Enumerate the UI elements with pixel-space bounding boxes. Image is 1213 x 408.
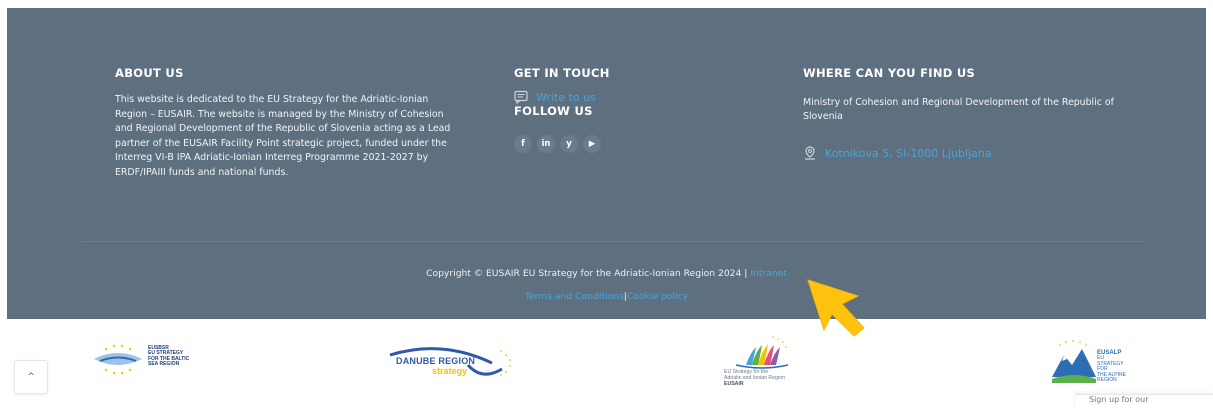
- follow-heading: FOLLOW US: [514, 104, 593, 118]
- location-heading: WHERE CAN YOU FIND US: [803, 66, 976, 80]
- facebook-icon[interactable]: f: [514, 135, 532, 153]
- eusalp-emblem: [1052, 340, 1096, 383]
- twitter-icon[interactable]: y: [560, 135, 578, 153]
- write-to-us-link[interactable]: Write to us: [514, 90, 714, 104]
- eusair-logo[interactable]: EU Strategy for the Adriatic and Ionian …: [724, 335, 824, 395]
- eusbsr-text: EUSBSR EU STRATEGY FOR THE BALTIC SEA RE…: [148, 345, 189, 368]
- danube-logo[interactable]: DANUBE REGION strategy: [382, 341, 517, 383]
- cookie-policy-link[interactable]: Cookie policy: [627, 291, 688, 302]
- write-to-us-label: Write to us: [536, 90, 596, 104]
- terms-link[interactable]: Terms and Conditions: [525, 291, 624, 302]
- youtube-icon[interactable]: ▶: [583, 135, 601, 153]
- danube-subtitle: strategy: [432, 366, 468, 376]
- eusalp-text: EUSALP EU STRATEGY FOR THE ALPINE REGION: [1097, 350, 1130, 384]
- copyright-line: Copyright © EUSAIR EU Strategy for the A…: [7, 268, 1206, 279]
- newsletter-widget-label: Sign up for our: [1089, 395, 1149, 404]
- eusalp-line2: THE ALPINE REGION: [1097, 371, 1126, 384]
- eusair-line3: EUSAIR: [724, 380, 744, 387]
- eusair-emblem: [735, 336, 789, 369]
- about-section: ABOUT US This website is dedicated to th…: [115, 66, 455, 181]
- footer-divider: [81, 241, 1147, 242]
- linkedin-icon[interactable]: in: [537, 135, 555, 153]
- message-icon: [514, 90, 528, 104]
- eusalp-logo[interactable]: EUSALP EU STRATEGY FOR THE ALPINE REGION: [1050, 337, 1130, 383]
- eusalp-line1: EU STRATEGY FOR: [1097, 355, 1124, 373]
- address-link[interactable]: Kotnikova 5, SI-1000 Ljubljana: [803, 146, 1133, 160]
- about-heading: ABOUT US: [115, 66, 184, 80]
- pointer-cursor-icon: [807, 279, 865, 337]
- site-footer: ABOUT US This website is dedicated to th…: [7, 8, 1206, 319]
- intranet-link[interactable]: Intranet: [750, 268, 787, 279]
- scroll-to-top-button[interactable]: ^: [14, 360, 48, 394]
- location-section: WHERE CAN YOU FIND US Ministry of Cohesi…: [803, 66, 1133, 160]
- danube-title: DANUBE REGION: [396, 356, 476, 366]
- eusbsr-logo[interactable]: EUSBSR EU STRATEGY FOR THE BALTIC SEA RE…: [92, 341, 202, 381]
- organization-name: Ministry of Cohesion and Regional Develo…: [803, 97, 1114, 122]
- about-text: This website is dedicated to the EU Stra…: [115, 94, 451, 178]
- social-icons: f in y ▶: [514, 135, 714, 153]
- copyright-text: Copyright © EUSAIR EU Strategy for the A…: [426, 268, 748, 279]
- contact-heading: GET IN TOUCH: [514, 66, 610, 80]
- contact-section: GET IN TOUCH Write to us FOLLOW US f in …: [514, 66, 714, 153]
- chevron-up-icon: ^: [27, 372, 35, 382]
- map-pin-icon: [803, 146, 817, 160]
- eusbsr-line3: SEA REGION: [148, 361, 180, 368]
- eusair-text: EU Strategy for the Adriatic and Ionian …: [724, 369, 814, 387]
- address-label: Kotnikova 5, SI-1000 Ljubljana: [825, 146, 992, 160]
- legal-links: Terms and Conditions|Cookie policy: [7, 291, 1206, 302]
